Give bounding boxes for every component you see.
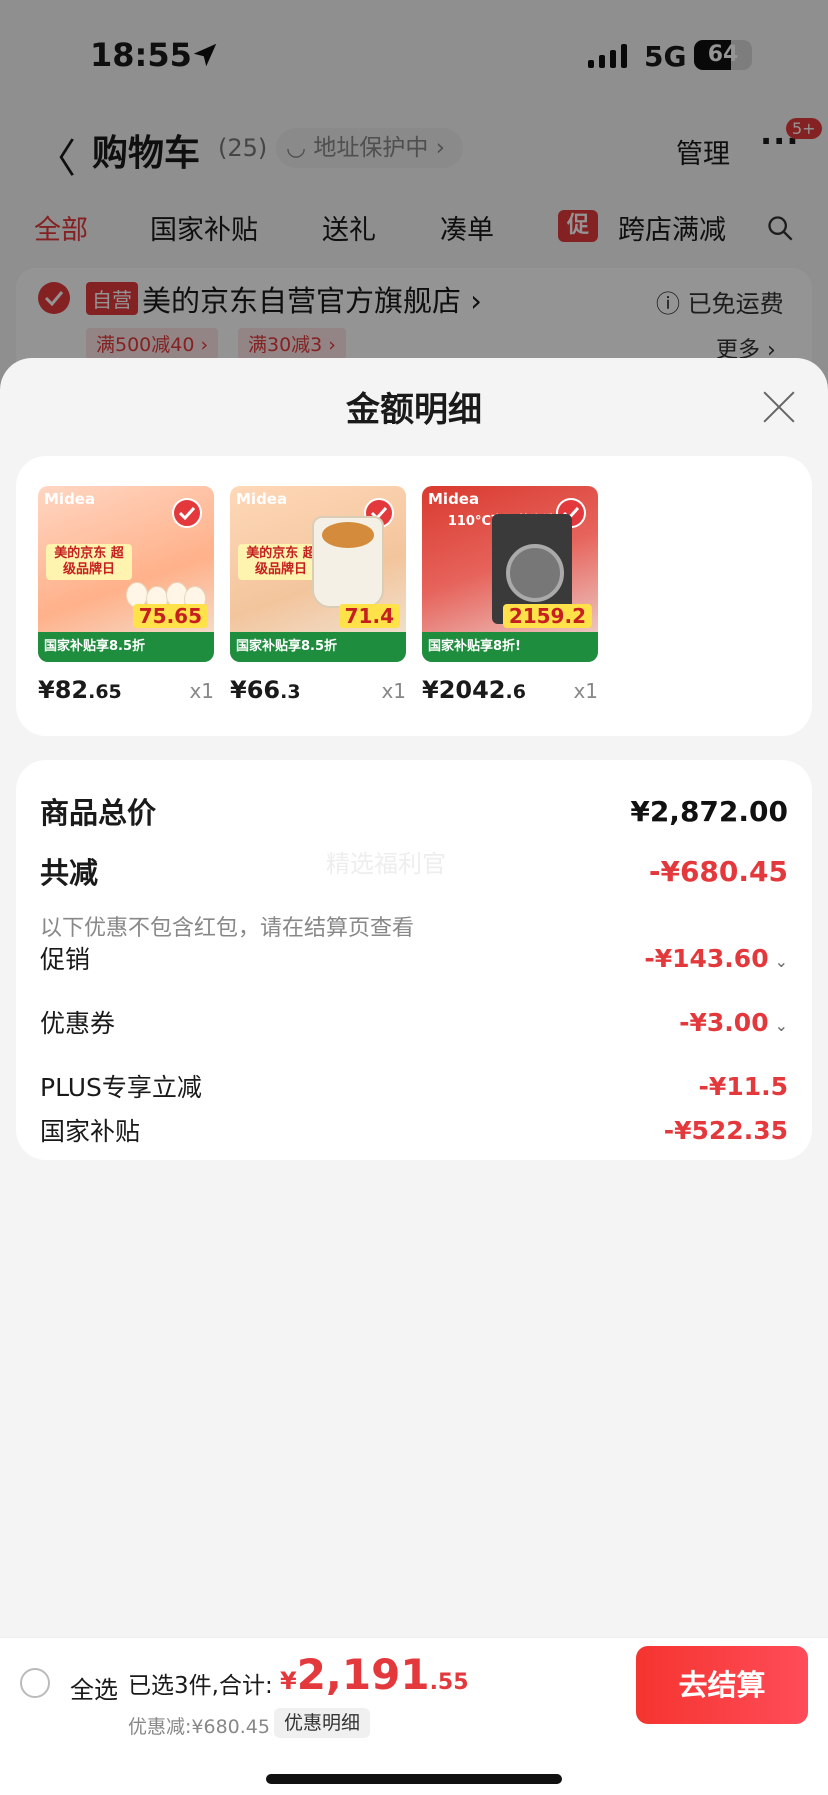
total-price-value: ¥2,872.00 xyxy=(630,794,788,828)
coupon-value: -¥3.00 xyxy=(679,1007,769,1037)
product-price: ¥66.3 xyxy=(230,676,301,704)
national-subsidy-value: -¥522.35 xyxy=(663,1115,788,1145)
product-item[interactable]: Midea 110°C高温蒸汽洗 2159.2 国家补贴享8折! ¥2042.6… xyxy=(422,486,598,704)
checkout-bar: 全选 已选3件,合计: ¥2,191.55 优惠减:¥680.45 优惠明细 去… xyxy=(0,1637,828,1795)
sheet-title: 金额明细 xyxy=(346,390,482,430)
promotion-label: 促销 xyxy=(40,945,91,974)
total-decimal: .55 xyxy=(429,1670,469,1695)
coupon-row[interactable]: 优惠券 -¥3.00 ⌄ xyxy=(40,1004,788,1040)
product-item[interactable]: Midea 美的京东 超级品牌日 71.4 国家补贴享8.5折 ¥66.3 x1 xyxy=(230,486,406,704)
total-price-label: 商品总价 xyxy=(40,796,157,830)
chevron-down-icon: ⌄ xyxy=(774,1015,788,1035)
total-reduction-label: 共减 xyxy=(40,856,99,890)
banner-price: 75.65 xyxy=(132,604,208,628)
plus-discount-label: PLUS专享立减 xyxy=(40,1073,202,1102)
brand-logo: Midea xyxy=(236,490,288,508)
subsidy-banner: 国家补贴享8.5折 xyxy=(230,632,406,662)
promotion-row[interactable]: 促销 -¥143.60 ⌄ xyxy=(40,940,788,976)
subsidy-banner: 国家补贴享8.5折 xyxy=(38,632,214,662)
discount-detail-button[interactable]: 优惠明细 xyxy=(274,1708,371,1738)
product-check-icon[interactable] xyxy=(172,498,202,528)
total-amount: ¥2,191.55 xyxy=(280,1650,469,1699)
product-quantity: x1 xyxy=(189,679,214,703)
discount-summary: 优惠减:¥680.45 xyxy=(128,1716,270,1738)
banner-price: 71.4 xyxy=(338,604,400,628)
coupon-label: 优惠券 xyxy=(40,1009,116,1038)
subsidy-banner: 国家补贴享8折! xyxy=(422,632,598,662)
plus-discount-row: PLUS专享立减 -¥11.5 xyxy=(40,1068,788,1104)
price-decimal: .65 xyxy=(88,681,122,703)
total-reduction-row: 共减 -¥680.45 xyxy=(40,850,788,892)
banner-price: 2159.2 xyxy=(502,604,592,628)
brand-logo: Midea xyxy=(428,490,480,508)
chevron-down-icon: ⌄ xyxy=(774,951,788,971)
national-subsidy-row: 国家补贴 -¥522.35 xyxy=(40,1112,788,1148)
amount-detail-sheet: 金额明细 Midea 美的京东 超级品牌日 75.65 国家补贴享8.5折 ¥8… xyxy=(0,358,828,1795)
total-reduction-value: -¥680.45 xyxy=(648,854,788,888)
product-price: ¥82.65 xyxy=(38,676,122,704)
price-summary-card: 精选福利官 商品总价 ¥2,872.00 共减 -¥680.45 以下优惠不包含… xyxy=(16,760,812,1160)
checkout-button[interactable]: 去结算 xyxy=(636,1646,808,1724)
product-price: ¥2042.6 xyxy=(422,676,526,704)
product-image: Midea 美的京东 超级品牌日 71.4 国家补贴享8.5折 xyxy=(230,486,406,662)
promotion-value: -¥143.60 xyxy=(644,943,769,973)
product-image: Midea 美的京东 超级品牌日 75.65 国家补贴享8.5折 xyxy=(38,486,214,662)
cooker-pot-graphic xyxy=(312,516,384,608)
price-integer: ¥66 xyxy=(230,676,281,704)
product-headline: 美的京东 超级品牌日 xyxy=(46,544,132,580)
total-integer: 2,191 xyxy=(296,1650,430,1699)
select-all-label[interactable]: 全选 xyxy=(70,1670,118,1705)
product-quantity: x1 xyxy=(573,679,598,703)
national-subsidy-label: 国家补贴 xyxy=(40,1117,141,1146)
select-all-radio[interactable] xyxy=(20,1668,50,1698)
price-decimal: .3 xyxy=(280,681,301,703)
product-image: Midea 110°C高温蒸汽洗 2159.2 国家补贴享8折! xyxy=(422,486,598,662)
reduction-note: 以下优惠不包含红包，请在结算页查看 xyxy=(40,916,415,941)
price-integer: ¥82 xyxy=(38,676,89,704)
plus-discount-value: -¥11.5 xyxy=(698,1071,788,1101)
product-quantity: x1 xyxy=(381,679,406,703)
close-icon[interactable] xyxy=(762,390,796,424)
total-currency: ¥ xyxy=(280,1667,297,1695)
product-item[interactable]: Midea 美的京东 超级品牌日 75.65 国家补贴享8.5折 ¥82.65 … xyxy=(38,486,214,704)
total-price-row: 商品总价 ¥2,872.00 xyxy=(40,790,788,832)
selected-count-text: 已选3件,合计: xyxy=(128,1673,273,1699)
price-integer: ¥2042 xyxy=(422,676,506,704)
home-indicator xyxy=(266,1774,562,1784)
price-decimal: .6 xyxy=(505,681,526,703)
product-strip: Midea 美的京东 超级品牌日 75.65 国家补贴享8.5折 ¥82.65 … xyxy=(16,456,812,736)
brand-logo: Midea xyxy=(44,490,96,508)
